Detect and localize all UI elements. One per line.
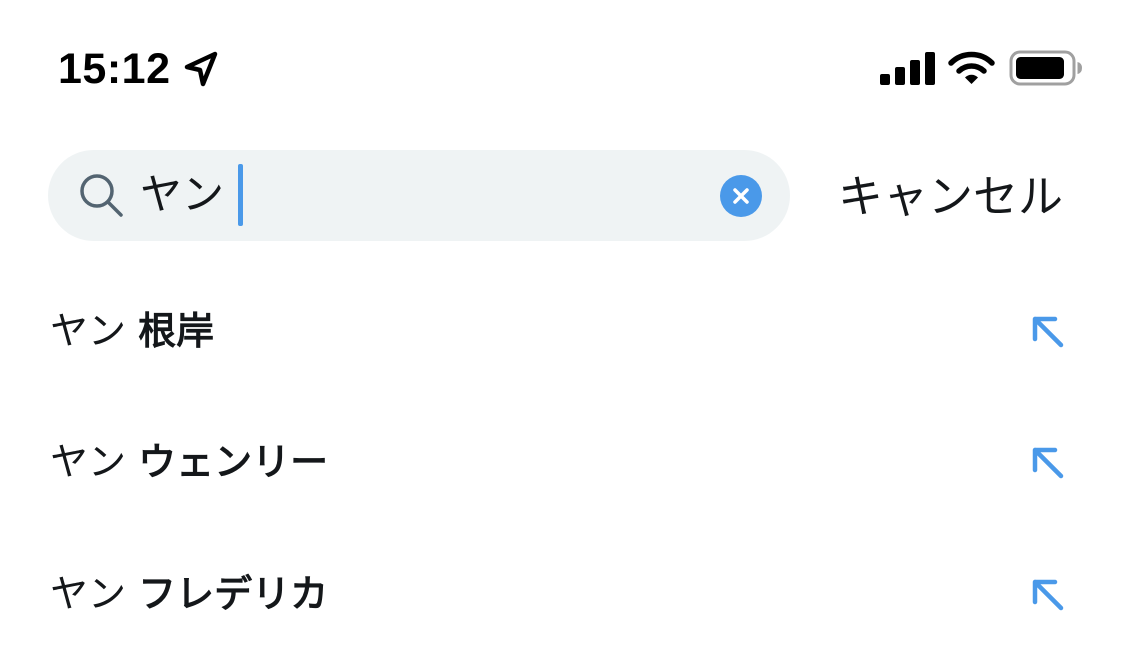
status-time: 15:12 xyxy=(58,45,171,93)
search-icon xyxy=(80,174,123,217)
cancel-button[interactable]: キャンセル xyxy=(838,167,1063,227)
arrow-up-left-icon[interactable] xyxy=(1027,311,1069,353)
suggestion-item[interactable]: ヤン フレデリカ xyxy=(0,529,1125,659)
search-bar[interactable]: ヤン xyxy=(48,150,790,241)
text-caret xyxy=(238,164,243,226)
suggestion-item[interactable]: ヤン ウェンリー xyxy=(0,397,1125,527)
arrow-up-left-icon[interactable] xyxy=(1027,442,1069,484)
suggestion-prefix: ヤン xyxy=(50,572,139,616)
search-input[interactable]: ヤン xyxy=(140,167,224,223)
suggestion-text: ヤン ウェンリー xyxy=(50,437,328,487)
search-screen: 15:12 ヤン キャンセル ヤン 根岸 ヤン ウェンリー ヤン フレデリカ xyxy=(0,0,1125,659)
status-bar: 15:12 xyxy=(0,0,1125,130)
suggestion-completion: フレデリカ xyxy=(138,572,329,616)
suggestion-prefix: ヤン xyxy=(50,309,139,353)
suggestion-completion: ウェンリー xyxy=(138,440,329,484)
suggestion-item[interactable]: ヤン 根岸 xyxy=(0,266,1125,396)
clear-icon[interactable] xyxy=(720,175,762,217)
location-arrow-icon xyxy=(184,51,218,87)
suggestion-prefix: ヤン xyxy=(50,440,139,484)
arrow-up-left-icon[interactable] xyxy=(1027,574,1069,616)
cellular-signal-icon xyxy=(880,52,935,85)
suggestion-completion: 根岸 xyxy=(138,309,215,353)
suggestion-text: ヤン フレデリカ xyxy=(50,569,328,619)
suggestion-text: ヤン 根岸 xyxy=(50,306,214,356)
wifi-icon xyxy=(948,51,995,84)
battery-icon xyxy=(1009,50,1082,86)
